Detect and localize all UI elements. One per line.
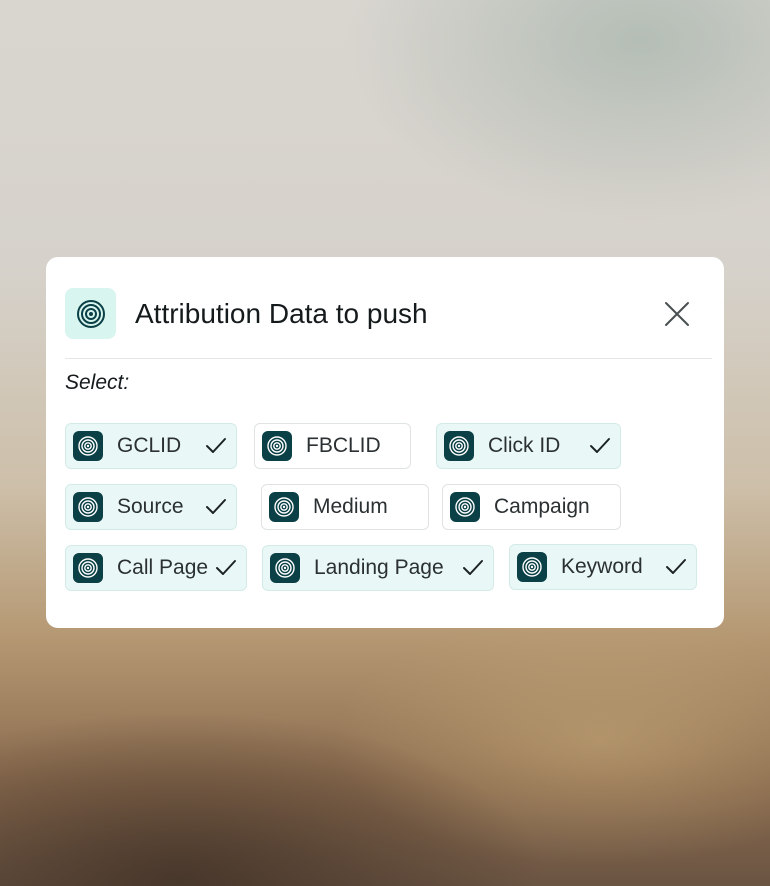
target-icon: [73, 553, 103, 583]
target-icon: [444, 431, 474, 461]
option-chip-source[interactable]: Source: [65, 484, 237, 530]
option-chip-medium[interactable]: Medium: [261, 484, 429, 530]
target-icon: [73, 431, 103, 461]
checkmark-icon: [462, 558, 484, 578]
close-icon[interactable]: [663, 300, 691, 328]
chip-label: FBCLID: [306, 434, 381, 457]
option-chip-click-id[interactable]: Click ID: [436, 423, 621, 469]
checkmark-icon: [589, 436, 611, 456]
target-icon: [517, 552, 547, 582]
dialog-header: Attribution Data to push: [65, 288, 712, 359]
target-icon: [65, 288, 116, 339]
checkmark-icon: [205, 436, 227, 456]
option-chip-gclid[interactable]: GCLID: [65, 423, 237, 469]
target-icon: [269, 492, 299, 522]
chip-label: Campaign: [494, 495, 590, 518]
checkmark-icon: [205, 497, 227, 517]
chip-label: Source: [117, 495, 184, 518]
option-chip-landing-page[interactable]: Landing Page: [262, 545, 494, 591]
checkmark-icon: [215, 558, 237, 578]
checkmark-icon: [665, 557, 687, 577]
option-chip-keyword[interactable]: Keyword: [509, 544, 697, 590]
chip-label: Keyword: [561, 555, 643, 578]
attribution-dialog: Attribution Data to push Select: GCLID FB…: [46, 257, 724, 628]
option-chip-call-page[interactable]: Call Page: [65, 545, 247, 591]
select-label: Select:: [65, 371, 130, 394]
chip-label: GCLID: [117, 434, 182, 457]
chip-label: Landing Page: [314, 556, 444, 579]
close-button[interactable]: [663, 300, 691, 328]
dialog-title: Attribution Data to push: [135, 298, 428, 329]
option-chip-fbclid[interactable]: FBCLID: [254, 423, 411, 469]
chip-label: Click ID: [488, 434, 561, 457]
target-icon: [262, 431, 292, 461]
option-chip-campaign[interactable]: Campaign: [442, 484, 621, 530]
target-icon: [450, 492, 480, 522]
target-icon: [73, 492, 103, 522]
target-icon: [270, 553, 300, 583]
chip-label: Medium: [313, 495, 388, 518]
chip-label: Call Page: [117, 556, 209, 579]
